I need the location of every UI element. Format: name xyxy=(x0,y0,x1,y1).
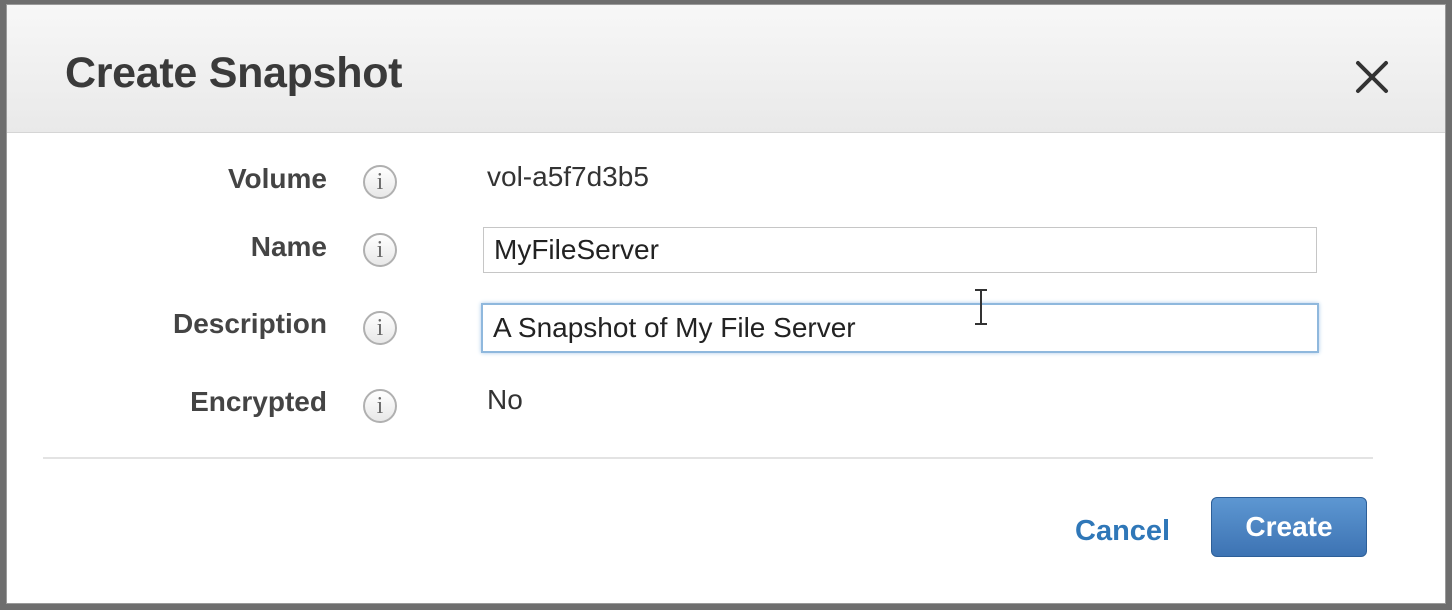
name-input[interactable] xyxy=(483,227,1317,273)
encrypted-label: Encrypted xyxy=(190,386,327,417)
create-snapshot-dialog: Create Snapshot Volume i vol-a5f7d3b5 Na… xyxy=(6,4,1446,604)
encrypted-value: No xyxy=(487,384,523,415)
close-button[interactable] xyxy=(1347,53,1399,103)
volume-info-icon[interactable]: i xyxy=(363,165,397,199)
dialog-title: Create Snapshot xyxy=(65,49,403,97)
volume-label: Volume xyxy=(227,163,327,194)
footer-divider xyxy=(43,457,1373,459)
description-label: Description xyxy=(172,308,327,339)
name-info-icon[interactable]: i xyxy=(363,233,397,267)
description-info-icon[interactable]: i xyxy=(363,311,397,345)
volume-value: vol-a5f7d3b5 xyxy=(487,161,649,192)
encrypted-info-icon[interactable]: i xyxy=(363,389,397,423)
create-button[interactable]: Create xyxy=(1211,497,1367,557)
description-input[interactable] xyxy=(481,303,1319,353)
dialog-header: Create Snapshot xyxy=(7,5,1445,133)
text-cursor-icon xyxy=(975,289,987,325)
cancel-button[interactable]: Cancel xyxy=(1075,515,1170,548)
close-icon xyxy=(1356,61,1388,93)
name-label: Name xyxy=(250,231,327,262)
